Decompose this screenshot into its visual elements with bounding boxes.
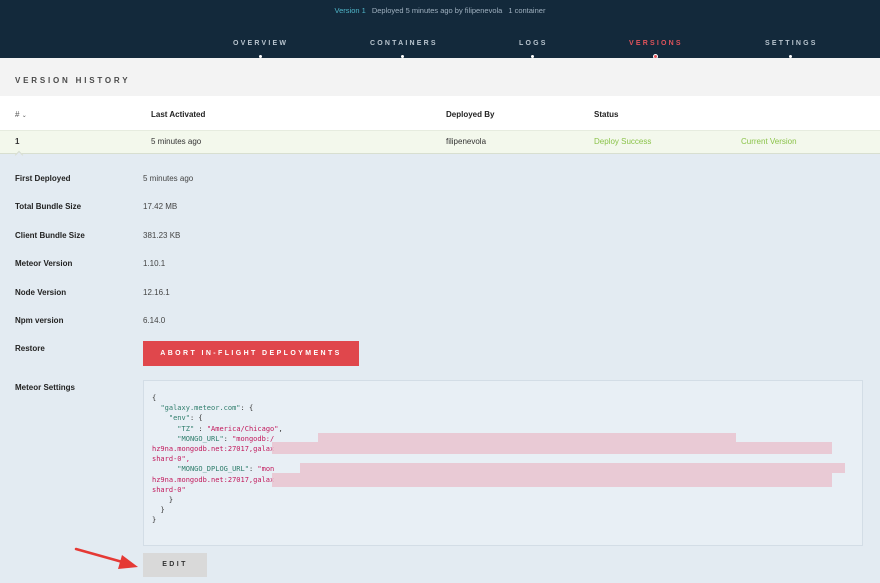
detail-label-meteor-version: Meteor Version [15, 259, 73, 268]
redacted-region [318, 433, 736, 442]
tab-logs[interactable]: LOGS [519, 40, 548, 47]
sort-column-hash[interactable]: # ⌄ [15, 110, 27, 119]
detail-label-total-bundle-size: Total Bundle Size [15, 202, 82, 211]
detail-value-client-bundle-size: 381.23 KB [143, 231, 181, 240]
detail-value-first-deployed: 5 minutes ago [143, 174, 194, 183]
row-deployed-by: filipenevola [446, 137, 487, 146]
section-header-bar [0, 58, 880, 96]
chevron-down-icon: ⌄ [21, 113, 27, 119]
detail-value-total-bundle-size: 17.42 MB [143, 202, 178, 211]
restore-label: Restore [15, 344, 45, 353]
row-status: Deploy Success [594, 137, 652, 146]
table-header [0, 96, 880, 130]
detail-value-node-version: 12.16.1 [143, 288, 170, 297]
redacted-region [300, 463, 845, 473]
tab-versions[interactable]: VERSIONS [629, 40, 683, 47]
section-title: VERSION HISTORY [15, 76, 131, 85]
settings-json: { "galaxy.meteor.com": { "env": { "TZ" :… [152, 394, 283, 525]
redacted-region [272, 442, 832, 454]
redacted-region [272, 473, 832, 487]
meteor-settings-label: Meteor Settings [15, 383, 76, 392]
container-count[interactable]: 1 container [508, 6, 545, 15]
detail-value-meteor-version: 1.10.1 [143, 259, 166, 268]
tab-settings[interactable]: SETTINGS [765, 40, 818, 47]
column-header-hash: # [15, 110, 20, 119]
deployed-text: Deployed 5 minutes ago by filipenevola [371, 6, 503, 15]
abort-deployments-button[interactable]: ABORT IN-FLIGHT DEPLOYMENTS [143, 341, 359, 366]
detail-label-node-version: Node Version [15, 288, 67, 297]
detail-label-client-bundle-size: Client Bundle Size [15, 231, 85, 240]
row-current-version: Current Version [741, 137, 797, 146]
version-link[interactable]: Version 1 [335, 6, 366, 15]
row-last-activated: 5 minutes ago [151, 137, 202, 146]
tab-containers[interactable]: CONTAINERS [370, 40, 438, 47]
tab-overview[interactable]: OVERVIEW [233, 40, 288, 47]
top-bar: Version 1 Deployed 5 minutes ago by filip… [0, 0, 880, 58]
column-header-status[interactable]: Status [594, 110, 618, 119]
column-header-deployed-by[interactable]: Deployed By [446, 110, 494, 119]
red-arrow-annotation [74, 547, 138, 569]
detail-label-first-deployed: First Deployed [15, 174, 71, 183]
deploy-info: Version 1 Deployed 5 minutes ago by filip… [0, 6, 880, 15]
edit-settings-button[interactable]: EDIT [143, 553, 207, 577]
detail-value-npm-version: 6.14.0 [143, 316, 166, 325]
detail-label-npm-version: Npm version [15, 316, 64, 325]
column-header-last-activated[interactable]: Last Activated [151, 110, 205, 119]
row-number: 1 [15, 137, 20, 146]
